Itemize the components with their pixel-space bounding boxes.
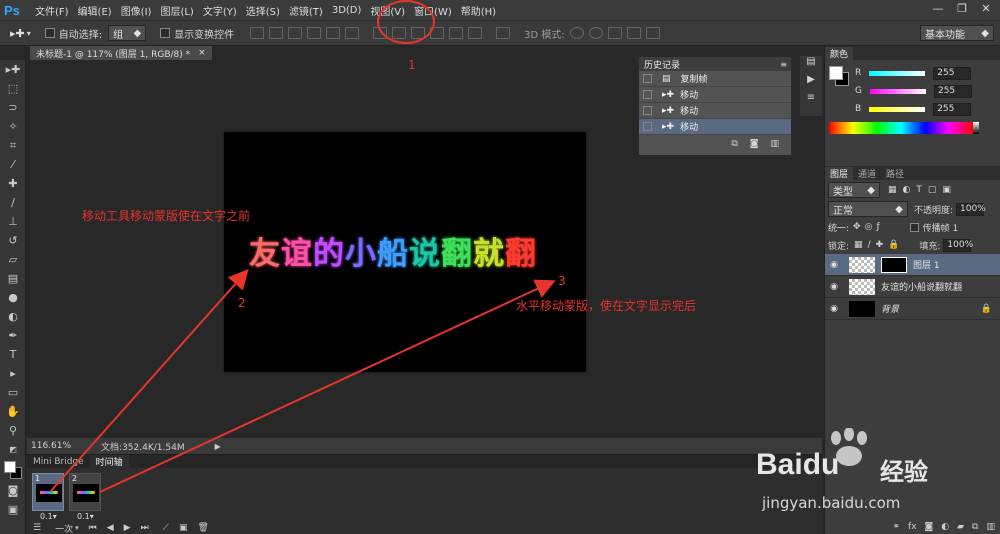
foreground-color-swatch[interactable]	[4, 461, 16, 473]
brand-du: du	[802, 448, 840, 481]
baidu-logo: Baidu	[756, 448, 839, 482]
annotation-arrow-3	[99, 279, 556, 493]
annotation-arrow-2	[49, 269, 249, 493]
baidu-watermark: Baidu 经验 jingyan.baidu.com	[752, 428, 992, 528]
watermark-url: jingyan.baidu.com	[762, 494, 901, 512]
brand-jingyan: 经验	[880, 458, 928, 486]
fg-color-swatch[interactable]	[829, 66, 843, 80]
brand-bai: Bai	[756, 448, 803, 481]
